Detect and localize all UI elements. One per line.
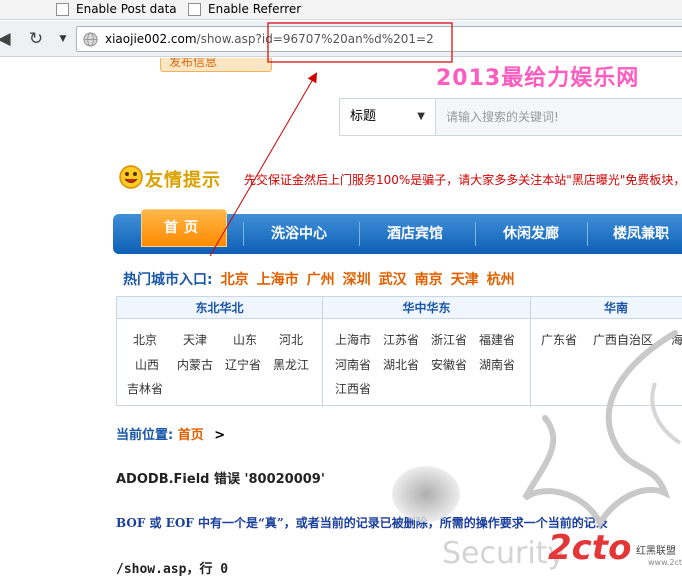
web-page: 发布信息 2013最给力娱乐网 标题 ▼ 请输入搜索的关键词! 友情提示 先交保… [0,58,682,584]
notice-title: 友情提示 [145,170,221,191]
breadcrumb: 当前位置: 首页 > [116,424,225,443]
search-box: 标题 ▼ 请输入搜索的关键词! [339,98,682,136]
city-link[interactable]: 上海市 [335,331,371,348]
checkbox-box[interactable] [56,2,69,16]
post-info-button[interactable]: 发布信息 [160,58,272,72]
city-link[interactable]: 北京 [133,331,157,348]
nav-bath-center[interactable]: 洗浴中心 [249,214,349,254]
security-watermark: Security [442,536,566,571]
city-link[interactable]: 安徽省 [431,356,467,373]
site-title: 2013最给力娱乐网 [436,66,640,91]
hacker-union-watermark: 红黑联盟 [636,546,676,557]
breadcrumb-home-link[interactable]: 首页 [178,428,204,443]
smiley-icon [119,165,143,189]
ink-logo-icon [392,466,460,522]
error-title: ADODB.Field 错误 '80020009' [116,472,325,487]
breadcrumb-separator: > [214,428,226,443]
hot-city-link[interactable]: 上海市 [257,272,299,288]
city-link[interactable]: 黑龙江 [273,356,309,373]
enable-post-data-checkbox[interactable]: Enable Post data [56,2,177,16]
city-link[interactable]: 吉林省 [127,380,163,397]
enable-post-data-label: Enable Post data [76,2,177,16]
hackbar-toolbar: Enable Post data Enable Referrer [0,0,682,20]
hot-city-link[interactable]: 杭州 [487,272,515,288]
city-link[interactable]: 江西省 [335,380,371,397]
brand-url-watermark: www.2cto.com [648,558,682,567]
hot-city-link[interactable]: 深圳 [343,272,371,288]
hot-cities: 热门城市入口: 北京 上海市 广州 深圳 武汉 南京 天津 杭州 [123,269,515,289]
region-north: 东北华北 北京 天津 山东 河北 山西 内蒙古 辽宁省 黑龙江 吉林省 [117,297,323,407]
enable-referrer-label: Enable Referrer [208,2,302,16]
region-central-east: 华中华东 上海市 江苏省 浙江省 福建省 河南省 湖北省 安徽省 湖南省 江西省 [323,297,531,407]
globe-icon [83,32,98,47]
friendly-notice: 友情提示 先交保证金然后上门服务100%是骗子，请大家多多关注本站"黑店曝光"免… [118,164,682,194]
city-link[interactable]: 天津 [183,331,207,348]
city-link[interactable]: 浙江省 [431,331,467,348]
city-link[interactable]: 山西 [135,356,159,373]
checkbox-box[interactable] [188,2,201,16]
breadcrumb-label: 当前位置: [116,428,174,443]
city-link[interactable]: 河北 [279,331,303,348]
brand-watermark: 2cto [548,528,632,568]
hot-cities-label: 热门城市入口: [123,272,213,288]
refresh-icon[interactable]: ↻ [26,29,46,49]
region-header: 东北华北 [117,297,322,319]
nav-salons[interactable]: 休闲发廊 [481,214,581,254]
search-input[interactable]: 请输入搜索的关键词! [446,99,559,135]
city-link[interactable]: 河南省 [335,356,371,373]
city-link[interactable]: 湖北省 [383,356,419,373]
city-link[interactable]: 内蒙古 [177,356,213,373]
navigation-bar: ◀ ↻ ▼ xiaojie002.com/show.asp?id=96707%2… [0,21,682,57]
notice-text: 先交保证金然后上门服务100%是骗子，请大家多多关注本站"黑店曝光"免费板块， [244,173,682,187]
error-location: /show.asp，行 0 [116,562,229,577]
history-dropdown-button[interactable]: ▼ [56,30,70,48]
dragon-watermark-icon [522,330,682,530]
city-link[interactable]: 辽宁省 [225,356,261,373]
nav-hotels[interactable]: 酒店宾馆 [365,214,465,254]
region-header: 华南 [531,297,682,319]
search-category-select[interactable]: 标题 ▼ [340,99,436,135]
hot-city-link[interactable]: 武汉 [379,272,407,288]
back-arrow-icon[interactable]: ◀ [0,29,14,49]
main-nav: 首页 洗浴中心 酒店宾馆 休闲发廊 楼凤兼职 [113,209,682,254]
url-field[interactable]: xiaojie002.com/show.asp?id=96707%20an%d%… [76,26,682,52]
nav-home[interactable]: 首页 [141,209,227,247]
region-header: 华中华东 [323,297,530,319]
nav-parttime[interactable]: 楼凤兼职 [591,214,682,254]
hot-city-link[interactable]: 南京 [415,272,443,288]
enable-referrer-checkbox[interactable]: Enable Referrer [188,2,301,16]
city-link[interactable]: 江苏省 [383,331,419,348]
city-link[interactable]: 山东 [233,331,257,348]
hot-city-link[interactable]: 北京 [221,272,249,288]
chevron-down-icon: ▼ [417,111,425,122]
hot-city-link[interactable]: 广州 [307,272,335,288]
url-text: xiaojie002.com/show.asp?id=96707%20an%d%… [105,32,434,46]
hot-city-link[interactable]: 天津 [451,272,479,288]
